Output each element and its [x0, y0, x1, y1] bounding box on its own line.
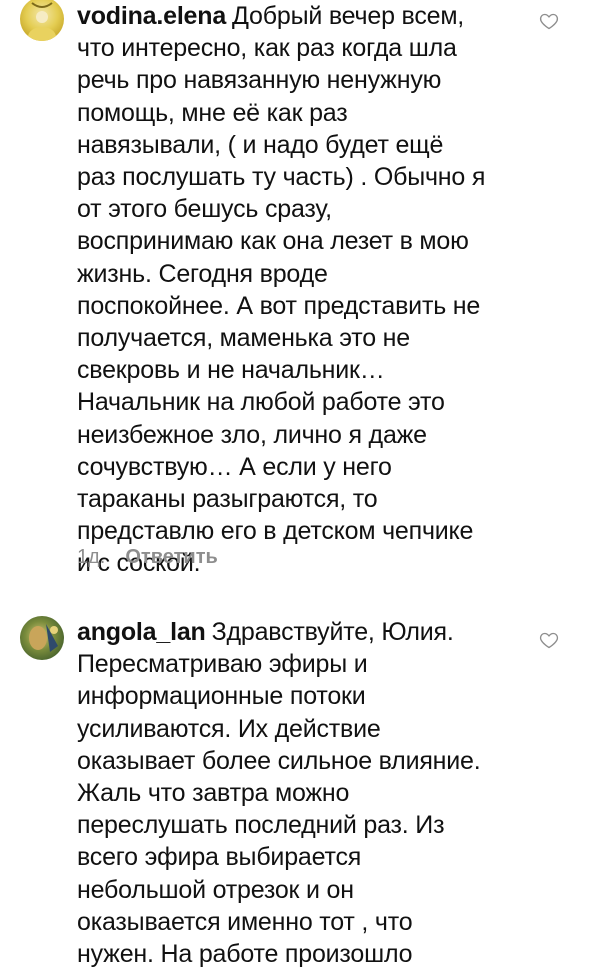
comment-line: небольшой отрезок и он: [77, 875, 354, 904]
comment-line: Жаль что завтра можно: [77, 779, 350, 808]
comment-line: усиливаются. Их действие: [77, 714, 381, 743]
comment-line: жизнь. Сегодня вроде: [77, 259, 328, 288]
comment-line: Добрый вечер всем,: [232, 2, 465, 30]
comment-time: 1д.: [77, 546, 106, 568]
comment-text: vodina.elena Добрый вечер всем, что интер…: [77, 0, 527, 580]
comment-line: представлю его в детском чепчике: [77, 517, 474, 546]
comment-line: получается, маменька это не: [77, 324, 410, 353]
comment-line: помощь, мне её как раз: [77, 98, 348, 127]
comment-line: Здравствуйте, Юлия.: [211, 618, 454, 646]
comment-line: свекровь и не начальник…: [77, 356, 385, 385]
reply-button[interactable]: Ответить: [125, 546, 217, 569]
heart-icon[interactable]: [539, 630, 559, 650]
comment-line: Начальник на любой работе это: [77, 388, 445, 417]
comment-meta: 1д. Ответить: [77, 546, 218, 569]
comment-line: воспринимаю как она лезет в мою: [77, 227, 469, 256]
comment-line: навязывали, ( и надо будет ещё: [77, 130, 444, 159]
comment-line: раз послушать ту часть) . Обычно я: [77, 163, 486, 192]
comment-line: нужен. На работе произошло: [77, 940, 413, 969]
comment-line: тараканы разыграются, то: [77, 485, 378, 514]
comment-line: информационные потоки: [77, 682, 366, 711]
comment-line: речь про навязанную ненужную: [77, 66, 442, 95]
comment-line: оказывается именно тот , что: [77, 907, 413, 936]
comment-line: от этого бешусь сразу,: [77, 195, 332, 224]
comment-line: переслушать последний раз. Из: [77, 811, 445, 840]
comment-line: что интересно, как раз когда шла: [77, 34, 457, 63]
avatar[interactable]: [20, 0, 64, 41]
comment-line: неизбежное зло, лично я даже: [77, 420, 427, 449]
comment-text: angola_lan Здравствуйте, Юлия. Пересматри…: [77, 616, 527, 970]
heart-icon[interactable]: [539, 11, 559, 31]
comment-line: всего эфира выбирается: [77, 843, 362, 872]
comment-line: оказывает более сильное влияние.: [77, 746, 481, 775]
comment-line: поспокойнее. А вот представить не: [77, 291, 481, 320]
comment-line: сочувствую… А если у него: [77, 452, 392, 481]
comment-username[interactable]: vodina.elena: [77, 2, 226, 30]
comment-username[interactable]: angola_lan: [77, 618, 206, 646]
avatar[interactable]: [20, 616, 64, 660]
comment-line: Пересматриваю эфиры и: [77, 650, 368, 679]
